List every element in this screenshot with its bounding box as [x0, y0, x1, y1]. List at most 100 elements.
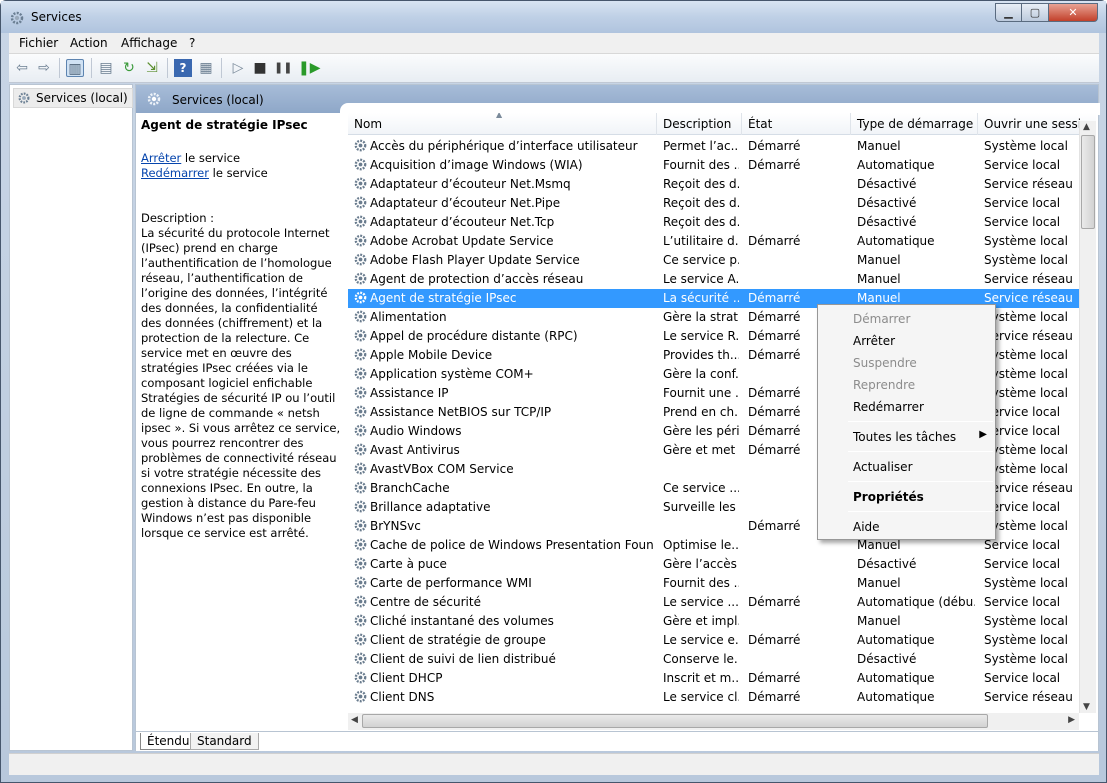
scroll-up-icon[interactable]: ▲ [1083, 122, 1090, 132]
table-row[interactable]: Centre de sécurité Le service ... Démarré A… [348, 593, 1096, 612]
menu-item-propri-t-s[interactable]: Propriétés [820, 487, 993, 507]
table-row[interactable]: Client de suivi de lien distribué Conserv… [348, 650, 1096, 669]
menu-item-reprendre[interactable]: Reprendre [820, 375, 993, 395]
cell-logon: Système local [984, 633, 1068, 647]
close-button[interactable]: ✕ [1048, 3, 1098, 22]
menu-fichier[interactable]: Fichier [19, 36, 58, 50]
hscroll-thumb[interactable] [362, 714, 988, 728]
tab-standard[interactable]: Standard [190, 733, 259, 750]
cell-logon: Système local [984, 139, 1068, 153]
cell-logon: Service réseau [984, 272, 1073, 286]
scroll-down-icon[interactable]: ▼ [1083, 702, 1090, 712]
gear-icon [353, 233, 369, 249]
cell-startup: Manuel [857, 538, 901, 552]
menu-affichage[interactable]: Affichage [121, 36, 177, 50]
menu-item-red-marrer[interactable]: Redémarrer [820, 397, 993, 417]
cell-name: Alimentation [370, 310, 447, 324]
gear-icon [353, 556, 369, 572]
table-row[interactable]: Agent de protection d’accès réseau Le ser… [348, 270, 1096, 289]
gear-icon [353, 138, 369, 154]
minimize-button[interactable]: ▁ [995, 3, 1022, 22]
play-icon[interactable]: ▷ [229, 59, 247, 77]
forward-arrow-icon[interactable]: ⇨ [35, 59, 53, 77]
help-icon[interactable]: ? [174, 59, 192, 77]
table-row[interactable]: Adaptateur d’écouteur Net.Pipe Reçoit des… [348, 194, 1096, 213]
table-row[interactable]: Accès du périphérique d’interface utilis… [348, 137, 1096, 156]
cell-desc: Prend en ch... [663, 405, 739, 419]
col-startup[interactable]: Type de démarrage [857, 117, 973, 131]
menu-item-label: Démarrer [853, 312, 911, 326]
table-row[interactable]: Client DNS Le service cl... Démarré Automat… [348, 688, 1096, 707]
stop-icon[interactable]: ■ [251, 59, 269, 77]
gear-icon [353, 290, 369, 306]
menu-item-label: Propriétés [853, 490, 924, 504]
table-row[interactable]: Adaptateur d’écouteur Net.Tcp Reçoit des … [348, 213, 1096, 232]
table-row[interactable]: Client DHCP Inscrit et m... Démarré Automat… [348, 669, 1096, 688]
view-tabs: Étendu Standard [136, 731, 1098, 751]
status-bar [9, 753, 1099, 775]
tree-item-services-local[interactable]: Services (local) [13, 88, 133, 108]
gear-icon [353, 632, 369, 648]
cell-name: Agent de protection d’accès réseau [370, 272, 584, 286]
gear-icon [353, 613, 369, 629]
detail-title: Agent de stratégie IPsec [141, 118, 308, 132]
tab-extended[interactable]: Étendu [140, 733, 197, 750]
cell-logon: Système local [984, 367, 1068, 381]
cell-logon: Service réseau [984, 329, 1073, 343]
col-state[interactable]: État [748, 117, 772, 131]
scroll-left-icon[interactable]: ◀ [351, 715, 358, 725]
export-icon[interactable]: ⇲ [143, 59, 161, 77]
cell-logon: Service local [984, 424, 1061, 438]
menu-item-suspendre[interactable]: Suspendre [820, 353, 993, 373]
table-row[interactable]: Carte à puce Gère l’accès ... Désactivé Ser… [348, 555, 1096, 574]
cell-name: Cliché instantané des volumes [370, 614, 554, 628]
pause-icon[interactable]: ❚❚ [274, 59, 292, 77]
menu-item-label: Toutes les tâches [853, 430, 957, 444]
cell-logon: Système local [984, 253, 1068, 267]
cell-startup: Manuel [857, 576, 901, 590]
table-row[interactable]: Adaptateur d’écouteur Net.Msmq Reçoit des… [348, 175, 1096, 194]
menu-item-d-marrer[interactable]: Démarrer [820, 309, 993, 329]
cell-name: Centre de sécurité [370, 595, 481, 609]
cell-desc: Le service e... [663, 633, 739, 647]
cell-startup: Manuel [857, 291, 901, 305]
col-description[interactable]: Description [663, 117, 731, 131]
back-arrow-icon[interactable]: ⇦ [13, 59, 31, 77]
gear-icon [353, 480, 369, 496]
menu-item-toutes-les-t-ches[interactable]: Toutes les tâches ▶ [820, 427, 993, 447]
table-row[interactable]: Acquisition d’image Windows (WIA) Fournit… [348, 156, 1096, 175]
stop-service-link[interactable]: Arrêter [141, 151, 181, 165]
scroll-thumb[interactable] [1081, 135, 1095, 229]
cell-startup: Désactivé [857, 177, 917, 191]
table-row[interactable]: Adobe Flash Player Update Service Ce serv… [348, 251, 1096, 270]
pane-title: Services (local) [172, 93, 264, 107]
menu-item-aide[interactable]: Aide [820, 517, 993, 537]
cell-desc: Gère l’accès ... [663, 557, 739, 571]
view-icon[interactable]: ▦ [197, 59, 215, 77]
cell-logon: Système local [984, 234, 1068, 248]
menu-item-label: Arrêter [853, 334, 896, 348]
refresh-icon[interactable]: ↻ [120, 59, 138, 77]
table-row[interactable]: Client de stratégie de groupe Le service … [348, 631, 1096, 650]
menu-help[interactable]: ? [189, 36, 195, 50]
table-row[interactable]: Carte de performance WMI Fournit des ... M… [348, 574, 1096, 593]
menu-action[interactable]: Action [70, 36, 108, 50]
table-row[interactable]: Adobe Acrobat Update Service L’utilitaire… [348, 232, 1096, 251]
cell-startup: Manuel [857, 139, 901, 153]
restart-service-link[interactable]: Redémarrer [141, 166, 209, 180]
menu-separator [848, 421, 993, 422]
menu-item-actualiser[interactable]: Actualiser [820, 457, 993, 477]
restart-icon[interactable]: ❚▶ [298, 59, 321, 77]
table-row[interactable]: Cliché instantané des volumes Gère et imp… [348, 612, 1096, 631]
vertical-scrollbar[interactable]: ▲ ▼ [1079, 121, 1096, 713]
properties-icon[interactable]: ▤ [97, 59, 115, 77]
col-name[interactable]: Nom [354, 117, 382, 131]
gear-icon [353, 670, 369, 686]
menu-item-arr-ter[interactable]: Arrêter [820, 331, 993, 351]
maximize-button[interactable]: ▢ [1021, 3, 1049, 22]
title-bar[interactable]: Services ▁ ▢ ✕ [1, 1, 1106, 33]
console-tree-icon[interactable]: ▥ [66, 59, 84, 77]
scroll-right-icon[interactable]: ▶ [1068, 715, 1075, 725]
cell-name: Client de stratégie de groupe [370, 633, 546, 647]
horizontal-scrollbar[interactable]: ◀ ▶ [348, 713, 1079, 730]
